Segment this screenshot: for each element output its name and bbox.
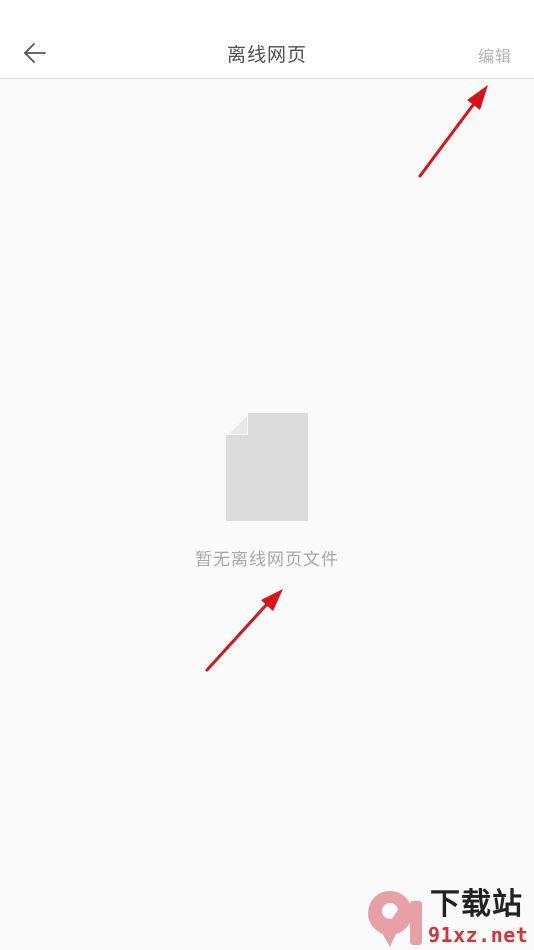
top-app-bar: 离线网页 编辑 <box>0 0 534 79</box>
site-watermark: 下载站 91xz.net <box>362 887 532 949</box>
watermark-url: 91xz.net <box>428 923 529 947</box>
empty-state-message: 暂无离线网页文件 <box>195 550 339 570</box>
site-logo-icon <box>368 891 422 947</box>
page-title: 离线网页 <box>226 44 307 66</box>
watermark-title: 下载站 <box>430 887 523 922</box>
blank-document-icon <box>226 413 308 521</box>
edit-button[interactable]: 编辑 <box>478 43 512 67</box>
